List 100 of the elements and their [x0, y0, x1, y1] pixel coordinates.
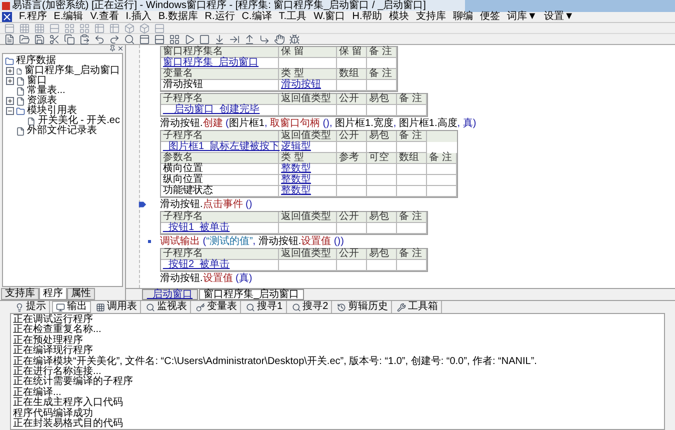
hand-icon[interactable] — [274, 34, 285, 44]
play-icon[interactable] — [184, 34, 195, 44]
panel-tab[interactable]: 支持库 — [1, 288, 39, 300]
output-line: 正在编译模块“开关美化”, 文件名: “C:\Users\Administrator\Desktop\开关.ec”, 版本号: “1.0”, 创建号: “0.0”, 作者: “NANIL”. — [13, 356, 538, 367]
paste-icon[interactable] — [79, 34, 90, 44]
tree-item[interactable]: 窗口程序集_启动窗口 — [24, 66, 120, 76]
menu-item[interactable]: 模块 — [389, 11, 410, 22]
output-line: 正在调试运行程序 — [13, 315, 94, 325]
menu-item[interactable]: 支持库 — [416, 11, 446, 22]
menu-item[interactable]: H.帮助 — [352, 11, 382, 22]
menu-item[interactable]: 设置▼ — [544, 11, 574, 22]
editor-tab[interactable]: 窗口程序集_启动窗口 — [198, 289, 304, 300]
output-line: 正在封装易格式目的代码 — [13, 419, 124, 430]
step-into-icon[interactable] — [214, 34, 225, 44]
panel-tab[interactable]: 程序 — [39, 288, 67, 300]
table-cell — [337, 105, 367, 116]
save-icon[interactable] — [34, 34, 45, 44]
panel-tab[interactable]: 属性 — [67, 288, 95, 300]
copy-icon[interactable] — [64, 34, 75, 44]
menu-item[interactable]: 词库▼ — [507, 11, 538, 22]
table-cell: 滑动按钮 — [161, 80, 279, 91]
cut-icon[interactable] — [49, 34, 60, 44]
tree-item[interactable]: 资源表 — [27, 96, 57, 106]
table-cell — [397, 260, 427, 271]
table-cell — [337, 80, 367, 91]
table-cell: 功能键状态 — [161, 186, 279, 197]
table-cell — [279, 223, 337, 234]
redo-icon[interactable] — [109, 34, 120, 44]
table-cell — [367, 186, 397, 197]
output-line: 正在统计需要编译的子程序 — [13, 377, 134, 388]
expand-toggle-icon[interactable] — [6, 67, 14, 75]
monitor-icon — [56, 302, 65, 312]
table-cell — [367, 260, 397, 271]
menu-item[interactable]: E.编辑 — [54, 11, 84, 22]
expand-toggle-icon[interactable] — [6, 97, 14, 105]
pin-icon[interactable] — [109, 45, 116, 52]
open-folder-icon[interactable] — [19, 34, 30, 44]
table-cell — [397, 186, 427, 197]
tree-item[interactable]: 外部文件记录表 — [27, 126, 97, 136]
close-icon[interactable] — [117, 45, 124, 52]
search-icon[interactable] — [124, 34, 135, 44]
menu-item[interactable]: 聊编 — [453, 11, 474, 22]
menu-item[interactable]: W.窗口 — [314, 11, 346, 22]
lightbulb-icon — [15, 302, 24, 312]
menu-item[interactable]: C.编译 — [242, 11, 272, 22]
output-line: 正在编译现行程序 — [13, 346, 93, 356]
step-over-icon[interactable] — [229, 34, 240, 44]
file-icon — [16, 76, 25, 86]
stop-icon[interactable] — [199, 34, 210, 44]
menu-item[interactable]: T.工具 — [278, 11, 307, 22]
tree-item[interactable]: 程序数据 — [16, 56, 56, 66]
window-icon[interactable] — [139, 34, 150, 44]
folder-icon — [5, 56, 14, 66]
table-cell: __启动窗口_创建完毕 — [161, 105, 279, 116]
editor-tab[interactable]: _启动窗口 — [142, 289, 198, 300]
table-cell: _按钮2_被单击 — [161, 260, 279, 271]
expand-toggle-icon[interactable] — [6, 77, 14, 85]
collapse-toggle-icon[interactable] — [6, 107, 14, 115]
code-line: 滑动按钮.点击事件 () — [160, 199, 252, 210]
output-tab[interactable]: 输出 — [52, 301, 91, 313]
table-cell — [367, 223, 397, 234]
table-cell — [367, 105, 397, 116]
tree-item[interactable]: 开关美化 - 开关.ec — [38, 116, 120, 126]
rows-icon[interactable] — [154, 34, 165, 44]
step-out-icon[interactable] — [244, 34, 255, 44]
menu-item[interactable]: 便签 — [480, 11, 500, 22]
undo-icon[interactable] — [94, 34, 105, 44]
tree-item[interactable]: 常量表... — [27, 86, 66, 96]
new-file-icon[interactable] — [4, 34, 15, 44]
wrench-icon — [397, 302, 406, 312]
search-icon — [246, 302, 255, 312]
menu-item[interactable]: I.插入 — [126, 11, 152, 22]
run-to-cursor-icon[interactable] — [259, 34, 270, 44]
bug-icon[interactable] — [289, 34, 300, 44]
file-icon — [16, 96, 25, 106]
output-line: 正在预处理程序 — [13, 336, 83, 346]
table-cell — [337, 223, 367, 234]
tree-item[interactable]: 窗口 — [27, 76, 47, 86]
table-cell: 整数型 — [279, 186, 337, 197]
table-cell — [427, 186, 457, 197]
grid-icon[interactable] — [169, 34, 180, 44]
table-cell — [279, 105, 337, 116]
folder-icon — [16, 106, 25, 116]
menu-item[interactable]: V.查看 — [90, 11, 119, 22]
output-line: 正在检查重复名称... — [13, 325, 102, 336]
tree-item[interactable]: 模块引用表 — [27, 106, 77, 116]
table-cell — [367, 80, 397, 91]
table-cell: _按钮1_被单击 — [161, 223, 279, 234]
menu-item[interactable]: R.运行 — [204, 11, 235, 22]
search-icon — [292, 302, 301, 312]
app-logo-icon — [2, 12, 12, 22]
file-icon — [16, 126, 25, 136]
table-cell: 滑动按钮 — [279, 80, 337, 91]
file-icon — [27, 116, 36, 126]
output-line: 程序代码编译成功 — [13, 408, 94, 419]
grid-icon — [96, 302, 105, 312]
menu-item[interactable]: B.数据库 — [158, 11, 198, 22]
file-icon — [16, 86, 25, 96]
table-cell — [397, 105, 427, 116]
menu-item[interactable]: F.程序 — [19, 11, 47, 22]
